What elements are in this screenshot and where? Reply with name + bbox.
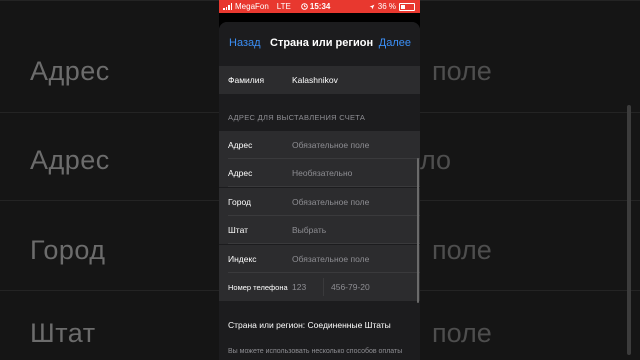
navigation-bar: Назад Страна или регион Далее: [219, 22, 420, 67]
address-line2-row[interactable]: Адрес Необязательно: [219, 159, 420, 187]
state-select[interactable]: Выбрать: [292, 225, 326, 235]
surname-row[interactable]: Фамилия Kalashnikov: [219, 66, 420, 94]
background-ghost-text: поле: [432, 56, 492, 86]
location-icon: [369, 4, 375, 9]
status-right: 36 %: [369, 2, 415, 11]
payment-footnote: Вы можете использовать несколько способо…: [228, 348, 403, 355]
carrier-name: MegaFon: [235, 2, 269, 11]
background-ghost-text: ло: [420, 145, 452, 175]
phone-label: Номер телефона: [228, 283, 288, 292]
phone-number-input[interactable]: 456-79-20: [331, 282, 370, 292]
background-ghost-text: поле: [432, 318, 492, 348]
state-row[interactable]: Штат Выбрать: [219, 216, 420, 244]
row-divider: [228, 243, 420, 244]
city-input[interactable]: Обязательное поле: [292, 197, 369, 207]
phone-row[interactable]: Номер телефона 123 456-79-20: [219, 273, 420, 301]
phone-screen: MegaFon LTE 15:34 36 % Назад Страна или …: [219, 0, 420, 360]
address-line1-label: Адрес: [228, 140, 253, 150]
row-divider: [228, 186, 420, 187]
time-text: 15:34: [309, 2, 331, 11]
country-region-text: Страна или регион: Соединенные Штаты: [228, 320, 391, 330]
state-label: Штат: [228, 225, 249, 235]
next-button[interactable]: Далее: [379, 37, 411, 49]
status-time: 15:34: [301, 2, 330, 11]
background-ghost-text: поле: [432, 235, 492, 265]
zip-row[interactable]: Индекс Обязательное поле: [219, 245, 420, 273]
surname-label: Фамилия: [228, 75, 265, 85]
network-type: LTE: [276, 2, 291, 11]
battery-icon: [399, 2, 415, 11]
background-label-state: Штат: [30, 318, 96, 348]
clock-icon: [301, 3, 308, 10]
zip-label: Индекс: [228, 254, 257, 264]
zip-input[interactable]: Обязательное поле: [292, 254, 369, 264]
city-row[interactable]: Город Обязательное поле: [219, 188, 420, 216]
page-title: Страна или регион: [270, 37, 374, 49]
signal-icon: [223, 3, 232, 10]
status-bar: MegaFon LTE 15:34 36 %: [219, 0, 420, 13]
billing-section-header: АДРЕС ДЛЯ ВЫСТАВЛЕНИЯ СЧЕТА: [228, 113, 366, 122]
battery-percent: 36 %: [377, 2, 396, 11]
address-line2-label: Адрес: [228, 168, 253, 178]
address-line1-row[interactable]: Адрес Обязательное поле: [219, 131, 420, 159]
background-label-address: Адрес: [30, 56, 110, 86]
city-label: Город: [228, 197, 251, 207]
address-line2-input[interactable]: Необязательно: [292, 168, 352, 178]
phone-field-divider: [323, 278, 324, 296]
background-scrollbar: [627, 105, 631, 355]
background-label-city: Город: [30, 235, 106, 265]
surname-value[interactable]: Kalashnikov: [292, 75, 338, 85]
billing-sheet: Назад Страна или регион Далее Фамилия Ka…: [219, 22, 420, 360]
scrollbar[interactable]: [417, 158, 419, 303]
back-button[interactable]: Назад: [229, 37, 261, 49]
background-label-address2: Адрес: [30, 145, 110, 175]
phone-area-code-input[interactable]: 123: [292, 282, 306, 292]
address-line1-input[interactable]: Обязательное поле: [292, 140, 369, 150]
